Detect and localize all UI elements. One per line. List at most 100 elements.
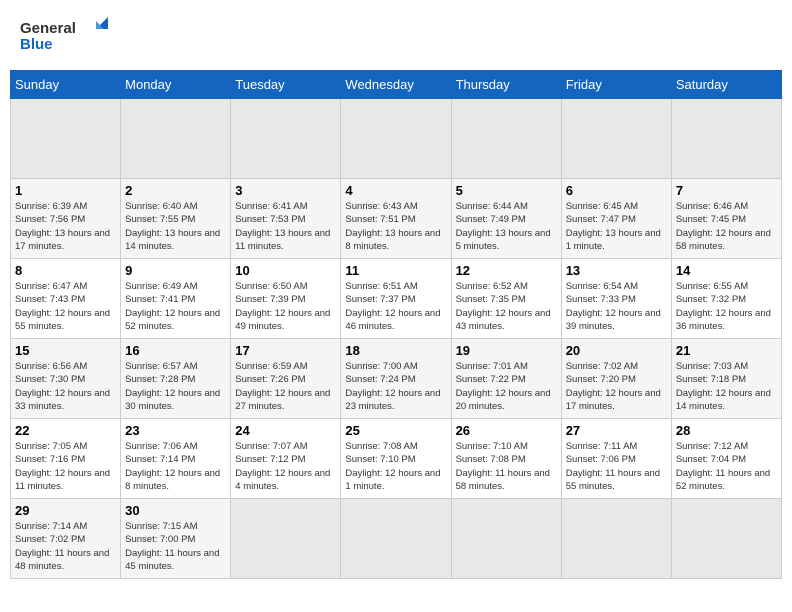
- day-detail: Sunrise: 7:01 AMSunset: 7:22 PMDaylight:…: [456, 360, 557, 413]
- day-detail: Sunrise: 7:07 AMSunset: 7:12 PMDaylight:…: [235, 440, 336, 493]
- day-number: 22: [15, 423, 116, 438]
- day-cell: 10 Sunrise: 6:50 AMSunset: 7:39 PMDaylig…: [231, 259, 341, 339]
- day-cell: 14 Sunrise: 6:55 AMSunset: 7:32 PMDaylig…: [671, 259, 781, 339]
- day-cell: 24 Sunrise: 7:07 AMSunset: 7:12 PMDaylig…: [231, 419, 341, 499]
- day-number: 10: [235, 263, 336, 278]
- day-detail: Sunrise: 6:41 AMSunset: 7:53 PMDaylight:…: [235, 200, 336, 253]
- day-detail: Sunrise: 6:51 AMSunset: 7:37 PMDaylight:…: [345, 280, 446, 333]
- day-cell: 6 Sunrise: 6:45 AMSunset: 7:47 PMDayligh…: [561, 179, 671, 259]
- day-detail: Sunrise: 6:54 AMSunset: 7:33 PMDaylight:…: [566, 280, 667, 333]
- svg-text:General: General: [20, 20, 76, 37]
- day-number: 3: [235, 183, 336, 198]
- day-cell: 19 Sunrise: 7:01 AMSunset: 7:22 PMDaylig…: [451, 339, 561, 419]
- day-cell: 26 Sunrise: 7:10 AMSunset: 7:08 PMDaylig…: [451, 419, 561, 499]
- day-detail: Sunrise: 6:56 AMSunset: 7:30 PMDaylight:…: [15, 360, 116, 413]
- header-cell-wednesday: Wednesday: [341, 71, 451, 99]
- day-cell: 25 Sunrise: 7:08 AMSunset: 7:10 PMDaylig…: [341, 419, 451, 499]
- day-number: 4: [345, 183, 446, 198]
- day-cell: [671, 499, 781, 579]
- day-cell: [451, 499, 561, 579]
- day-number: 11: [345, 263, 446, 278]
- day-cell: [231, 99, 341, 179]
- week-row-5: 29 Sunrise: 7:14 AMSunset: 7:02 PMDaylig…: [11, 499, 782, 579]
- day-cell: 7 Sunrise: 6:46 AMSunset: 7:45 PMDayligh…: [671, 179, 781, 259]
- day-cell: 4 Sunrise: 6:43 AMSunset: 7:51 PMDayligh…: [341, 179, 451, 259]
- day-cell: 13 Sunrise: 6:54 AMSunset: 7:33 PMDaylig…: [561, 259, 671, 339]
- day-number: 27: [566, 423, 667, 438]
- day-cell: [671, 99, 781, 179]
- week-row-3: 15 Sunrise: 6:56 AMSunset: 7:30 PMDaylig…: [11, 339, 782, 419]
- header-cell-thursday: Thursday: [451, 71, 561, 99]
- day-number: 29: [15, 503, 116, 518]
- day-detail: Sunrise: 6:55 AMSunset: 7:32 PMDaylight:…: [676, 280, 777, 333]
- svg-text:Blue: Blue: [20, 36, 53, 53]
- day-cell: 12 Sunrise: 6:52 AMSunset: 7:35 PMDaylig…: [451, 259, 561, 339]
- day-number: 8: [15, 263, 116, 278]
- day-detail: Sunrise: 7:15 AMSunset: 7:00 PMDaylight:…: [125, 520, 226, 573]
- logo-svg: General Blue: [20, 15, 110, 55]
- day-cell: 8 Sunrise: 6:47 AMSunset: 7:43 PMDayligh…: [11, 259, 121, 339]
- day-detail: Sunrise: 6:49 AMSunset: 7:41 PMDaylight:…: [125, 280, 226, 333]
- header-cell-friday: Friday: [561, 71, 671, 99]
- day-detail: Sunrise: 6:39 AMSunset: 7:56 PMDaylight:…: [15, 200, 116, 253]
- day-number: 6: [566, 183, 667, 198]
- day-cell: 2 Sunrise: 6:40 AMSunset: 7:55 PMDayligh…: [121, 179, 231, 259]
- day-number: 2: [125, 183, 226, 198]
- day-cell: 27 Sunrise: 7:11 AMSunset: 7:06 PMDaylig…: [561, 419, 671, 499]
- day-detail: Sunrise: 7:10 AMSunset: 7:08 PMDaylight:…: [456, 440, 557, 493]
- day-detail: Sunrise: 7:00 AMSunset: 7:24 PMDaylight:…: [345, 360, 446, 413]
- day-detail: Sunrise: 7:05 AMSunset: 7:16 PMDaylight:…: [15, 440, 116, 493]
- day-detail: Sunrise: 6:57 AMSunset: 7:28 PMDaylight:…: [125, 360, 226, 413]
- day-number: 5: [456, 183, 557, 198]
- day-number: 17: [235, 343, 336, 358]
- day-cell: [341, 499, 451, 579]
- day-detail: Sunrise: 6:47 AMSunset: 7:43 PMDaylight:…: [15, 280, 116, 333]
- day-cell: 28 Sunrise: 7:12 AMSunset: 7:04 PMDaylig…: [671, 419, 781, 499]
- header-row: SundayMondayTuesdayWednesdayThursdayFrid…: [11, 71, 782, 99]
- day-number: 1: [15, 183, 116, 198]
- calendar-table: SundayMondayTuesdayWednesdayThursdayFrid…: [10, 70, 782, 579]
- day-cell: 18 Sunrise: 7:00 AMSunset: 7:24 PMDaylig…: [341, 339, 451, 419]
- day-detail: Sunrise: 6:43 AMSunset: 7:51 PMDaylight:…: [345, 200, 446, 253]
- day-cell: [561, 99, 671, 179]
- day-number: 19: [456, 343, 557, 358]
- calendar-header: SundayMondayTuesdayWednesdayThursdayFrid…: [11, 71, 782, 99]
- day-detail: Sunrise: 7:14 AMSunset: 7:02 PMDaylight:…: [15, 520, 116, 573]
- day-number: 24: [235, 423, 336, 438]
- day-cell: 15 Sunrise: 6:56 AMSunset: 7:30 PMDaylig…: [11, 339, 121, 419]
- day-cell: [341, 99, 451, 179]
- day-cell: 20 Sunrise: 7:02 AMSunset: 7:20 PMDaylig…: [561, 339, 671, 419]
- week-row-2: 8 Sunrise: 6:47 AMSunset: 7:43 PMDayligh…: [11, 259, 782, 339]
- day-cell: 21 Sunrise: 7:03 AMSunset: 7:18 PMDaylig…: [671, 339, 781, 419]
- day-cell: 9 Sunrise: 6:49 AMSunset: 7:41 PMDayligh…: [121, 259, 231, 339]
- day-number: 25: [345, 423, 446, 438]
- day-cell: [121, 99, 231, 179]
- day-cell: 3 Sunrise: 6:41 AMSunset: 7:53 PMDayligh…: [231, 179, 341, 259]
- header-cell-sunday: Sunday: [11, 71, 121, 99]
- day-cell: 23 Sunrise: 7:06 AMSunset: 7:14 PMDaylig…: [121, 419, 231, 499]
- day-number: 15: [15, 343, 116, 358]
- day-cell: 29 Sunrise: 7:14 AMSunset: 7:02 PMDaylig…: [11, 499, 121, 579]
- day-cell: 1 Sunrise: 6:39 AMSunset: 7:56 PMDayligh…: [11, 179, 121, 259]
- day-detail: Sunrise: 7:02 AMSunset: 7:20 PMDaylight:…: [566, 360, 667, 413]
- day-cell: [11, 99, 121, 179]
- day-detail: Sunrise: 7:08 AMSunset: 7:10 PMDaylight:…: [345, 440, 446, 493]
- day-number: 7: [676, 183, 777, 198]
- day-cell: 22 Sunrise: 7:05 AMSunset: 7:16 PMDaylig…: [11, 419, 121, 499]
- day-number: 13: [566, 263, 667, 278]
- day-number: 18: [345, 343, 446, 358]
- day-cell: 11 Sunrise: 6:51 AMSunset: 7:37 PMDaylig…: [341, 259, 451, 339]
- day-number: 28: [676, 423, 777, 438]
- day-detail: Sunrise: 6:45 AMSunset: 7:47 PMDaylight:…: [566, 200, 667, 253]
- day-number: 21: [676, 343, 777, 358]
- day-number: 23: [125, 423, 226, 438]
- logo: General Blue: [20, 15, 110, 55]
- day-cell: [561, 499, 671, 579]
- day-detail: Sunrise: 6:50 AMSunset: 7:39 PMDaylight:…: [235, 280, 336, 333]
- day-number: 12: [456, 263, 557, 278]
- day-cell: 5 Sunrise: 6:44 AMSunset: 7:49 PMDayligh…: [451, 179, 561, 259]
- day-number: 30: [125, 503, 226, 518]
- day-cell: [451, 99, 561, 179]
- day-number: 26: [456, 423, 557, 438]
- week-row-1: 1 Sunrise: 6:39 AMSunset: 7:56 PMDayligh…: [11, 179, 782, 259]
